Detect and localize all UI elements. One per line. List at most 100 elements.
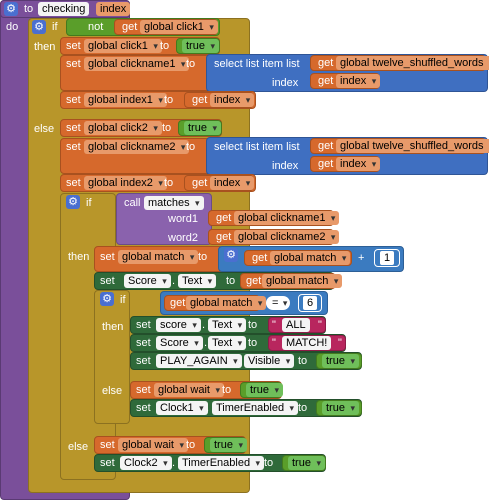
set-label: set (66, 58, 81, 70)
set-label: set (66, 141, 81, 153)
component-dropdown[interactable]: PLAY_AGAIN (156, 354, 242, 368)
gear-icon[interactable]: ⚙ (66, 195, 80, 209)
set-label: set (136, 337, 151, 349)
proc-name[interactable]: checking (38, 2, 90, 16)
if-label: if (120, 294, 126, 306)
dot: . (206, 402, 210, 414)
not-label: not (88, 21, 104, 33)
to-label: to (164, 94, 174, 106)
then-label: then (34, 41, 56, 53)
index-label: index (272, 160, 299, 172)
set-label: set (136, 402, 151, 414)
set-label: set (66, 177, 81, 189)
var-dropdown[interactable]: index (210, 176, 255, 190)
var-dropdown[interactable]: global clickname1 (84, 57, 190, 71)
number-value[interactable]: 1 (380, 251, 395, 265)
gear-icon[interactable]: ⚙ (224, 248, 238, 262)
dot: . (172, 457, 176, 469)
var-dropdown[interactable]: global clickname2 (84, 140, 190, 154)
dot: . (238, 355, 242, 367)
operator-dropdown[interactable]: = (266, 296, 291, 310)
var-dropdown[interactable]: index (210, 93, 255, 107)
var-dropdown[interactable]: global match (186, 296, 267, 310)
property-dropdown[interactable]: Text (208, 318, 247, 332)
bool-dropdown[interactable]: true (182, 39, 219, 53)
to-label: to (164, 177, 174, 189)
dot: . (204, 337, 208, 349)
set-label: set (136, 384, 151, 396)
get-label: get (192, 94, 208, 106)
var-dropdown[interactable]: global index1 (84, 93, 167, 107)
component-dropdown[interactable]: Clock2 (120, 456, 172, 470)
var-dropdown[interactable]: global click1 (84, 39, 162, 53)
property-dropdown[interactable]: TimerEnabled (212, 401, 299, 415)
do-label: do (6, 21, 19, 33)
if-label: if (52, 21, 58, 33)
set-label: set (100, 251, 115, 263)
to-label: to (298, 402, 308, 414)
nested-if-block[interactable] (94, 290, 130, 424)
component-dropdown[interactable]: Score (124, 274, 171, 288)
get-label: get (216, 212, 232, 224)
get-label: get (192, 177, 208, 189)
property-dropdown[interactable]: Visible (244, 354, 295, 368)
param-word1: word1 (168, 213, 198, 225)
var-dropdown[interactable]: global match (270, 251, 351, 265)
set-label: set (66, 122, 81, 134)
gear-icon[interactable]: ⚙ (32, 20, 46, 34)
var-dropdown[interactable]: global wait (154, 383, 224, 397)
var-dropdown[interactable]: global wait (118, 438, 188, 452)
get-label: get (318, 75, 334, 87)
quote-close: " (318, 319, 322, 331)
then-label: then (102, 321, 124, 333)
then-label: then (68, 251, 90, 263)
procedure-dropdown[interactable]: matches (144, 196, 204, 210)
bool-dropdown[interactable]: true (322, 401, 359, 415)
bool-dropdown[interactable]: true (288, 456, 325, 470)
to-label: to (198, 251, 208, 263)
var-dropdown[interactable]: global match (262, 274, 343, 288)
var-dropdown[interactable]: global twelve_shuffled_words (336, 56, 489, 70)
to-label: to (186, 439, 196, 451)
component-dropdown[interactable]: Score (156, 336, 203, 350)
var-dropdown[interactable]: global clickname2 (234, 230, 340, 244)
gear-icon[interactable]: ⚙ (100, 292, 114, 306)
text-value[interactable]: ALL (282, 318, 310, 332)
bool-dropdown[interactable]: true (322, 354, 359, 368)
set-label: set (100, 439, 115, 451)
number-value[interactable]: 6 (303, 296, 318, 310)
property-dropdown[interactable]: Text (208, 336, 247, 350)
var-dropdown[interactable]: global match (118, 250, 199, 264)
var-dropdown[interactable]: index (336, 157, 381, 171)
quote-open: " (272, 319, 276, 331)
var-dropdown[interactable]: global twelve_shuffled_words (336, 139, 489, 153)
select-label: select list item list (214, 141, 300, 153)
proc-param[interactable]: index (96, 2, 131, 16)
gear-icon[interactable]: ⚙ (4, 2, 18, 16)
to-label: to (248, 337, 258, 349)
var-dropdown[interactable]: global click2 (84, 121, 162, 135)
component-dropdown[interactable]: score (156, 318, 201, 332)
quote-open: " (272, 337, 276, 349)
select-label: select list item list (214, 58, 300, 70)
var-dropdown[interactable]: global index2 (84, 176, 167, 190)
dot: . (172, 275, 176, 287)
bool-dropdown[interactable]: true (184, 121, 221, 135)
else-label: else (34, 123, 55, 135)
property-dropdown[interactable]: Text (178, 274, 217, 288)
var-dropdown[interactable]: index (336, 74, 381, 88)
to-label: to (222, 384, 232, 396)
set-label: set (100, 457, 115, 469)
component-dropdown[interactable]: Clock1 (156, 401, 208, 415)
var-dropdown[interactable]: global click1 (140, 20, 218, 34)
else-label: else (68, 441, 89, 453)
var-dropdown[interactable]: global clickname1 (234, 211, 340, 225)
get-label: get (318, 57, 334, 69)
bool-dropdown[interactable]: true (246, 383, 283, 397)
get-label: get (122, 21, 138, 33)
property-dropdown[interactable]: TimerEnabled (178, 456, 265, 470)
text-value[interactable]: MATCH! (282, 336, 332, 350)
call-label: call (124, 197, 141, 209)
to-label: to (186, 141, 196, 153)
bool-dropdown[interactable]: true (210, 438, 247, 452)
